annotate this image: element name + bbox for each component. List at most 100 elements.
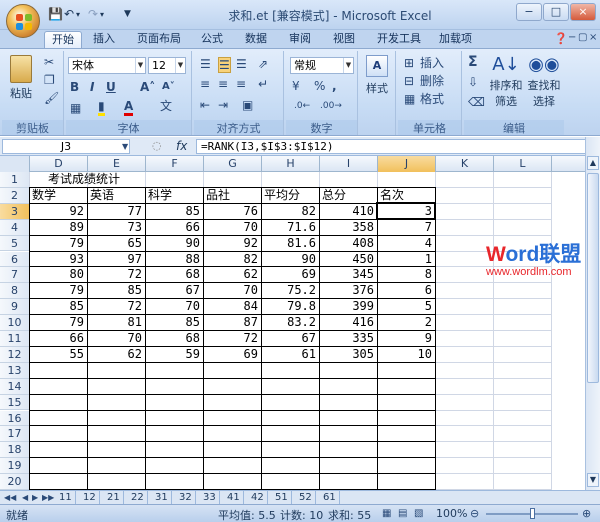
- data-cell[interactable]: 85: [146, 315, 200, 330]
- data-cell[interactable]: 72: [88, 267, 142, 282]
- tab-review[interactable]: 审阅: [282, 31, 318, 48]
- data-cell[interactable]: 66: [146, 220, 200, 235]
- merge-center-icon[interactable]: ▣: [242, 98, 253, 112]
- font-color-icon[interactable]: A: [124, 99, 134, 116]
- save-icon[interactable]: 💾: [48, 7, 63, 23]
- data-cell[interactable]: 72: [88, 299, 142, 314]
- header-cell[interactable]: 名次: [380, 188, 404, 203]
- italic-icon[interactable]: I: [90, 80, 94, 94]
- data-cell[interactable]: 9: [378, 331, 432, 346]
- data-cell[interactable]: 65: [88, 236, 142, 251]
- column-header-e[interactable]: E: [88, 156, 146, 172]
- row-header-14[interactable]: 14: [0, 378, 30, 395]
- data-cell[interactable]: 70: [204, 220, 258, 235]
- tab-data[interactable]: 数据: [238, 31, 274, 48]
- sheet-tab-41[interactable]: 41: [224, 491, 244, 504]
- header-cell[interactable]: 英语: [90, 188, 114, 203]
- data-cell[interactable]: 82: [262, 204, 316, 219]
- data-cell[interactable]: 305: [320, 347, 374, 362]
- sheet-tab-31[interactable]: 31: [152, 491, 172, 504]
- column-header-d[interactable]: D: [30, 156, 88, 172]
- align-middle-icon[interactable]: ☰: [218, 57, 231, 73]
- data-cell[interactable]: 399: [320, 299, 374, 314]
- tab-view[interactable]: 视图: [326, 31, 362, 48]
- data-cell[interactable]: 6: [378, 283, 432, 298]
- grow-font-icon[interactable]: A˄: [140, 80, 155, 94]
- next-sheet-icon[interactable]: ▶: [32, 491, 38, 505]
- scroll-up-icon[interactable]: ▲: [587, 156, 599, 170]
- column-header-k[interactable]: K: [436, 156, 494, 172]
- name-box[interactable]: J3: [2, 139, 130, 154]
- data-cell[interactable]: 69: [262, 267, 316, 282]
- row-header-17[interactable]: 17: [0, 426, 30, 443]
- align-right-icon[interactable]: ≡: [236, 77, 246, 91]
- zoom-in-icon[interactable]: ⊕: [582, 507, 591, 521]
- data-cell[interactable]: 76: [204, 204, 258, 219]
- decrease-indent-icon[interactable]: ⇤: [200, 98, 210, 112]
- row-header-15[interactable]: 15: [0, 394, 30, 411]
- bold-icon[interactable]: B: [70, 80, 79, 94]
- row-header-3[interactable]: 3: [0, 203, 30, 220]
- data-cell[interactable]: 83.2: [262, 315, 316, 330]
- row-header-16[interactable]: 16: [0, 410, 30, 427]
- column-header-g[interactable]: G: [204, 156, 262, 172]
- zoom-slider[interactable]: [486, 508, 578, 519]
- tab-insert[interactable]: 插入: [86, 31, 122, 48]
- data-cell[interactable]: 75.2: [262, 283, 316, 298]
- active-cell-j3[interactable]: [376, 201, 436, 220]
- fill-color-icon[interactable]: ▮: [98, 99, 105, 116]
- sheet-tab-33[interactable]: 33: [200, 491, 220, 504]
- data-cell[interactable]: 70: [204, 283, 258, 298]
- ribbon-minimize-icon[interactable]: −: [568, 31, 576, 45]
- namebox-dropdown-icon[interactable]: ▼: [122, 140, 128, 154]
- ribbon-close-icon[interactable]: ×: [589, 31, 597, 45]
- row-header-8[interactable]: 8: [0, 283, 30, 300]
- data-cell[interactable]: 66: [30, 331, 84, 346]
- column-header-i[interactable]: I: [320, 156, 378, 172]
- data-cell[interactable]: 71.6: [262, 220, 316, 235]
- ribbon-restore-icon[interactable]: ▢: [578, 31, 587, 45]
- maximize-button[interactable]: □: [543, 3, 569, 21]
- data-cell[interactable]: 67: [146, 283, 200, 298]
- data-cell[interactable]: 82: [204, 252, 258, 267]
- data-cell[interactable]: 62: [88, 347, 142, 362]
- sheet-tab-51[interactable]: 51: [272, 491, 292, 504]
- data-cell[interactable]: 92: [30, 204, 84, 219]
- redo-dropdown-icon[interactable]: ▾: [100, 10, 104, 26]
- redo-icon[interactable]: ↷: [88, 7, 98, 23]
- data-cell[interactable]: 61: [262, 347, 316, 362]
- autosum-icon[interactable]: Σ: [468, 55, 478, 69]
- shrink-font-icon[interactable]: A˅: [162, 80, 175, 94]
- sheet-tab-61[interactable]: 61: [320, 491, 340, 504]
- row-header-5[interactable]: 5: [0, 235, 30, 252]
- data-cell[interactable]: 62: [204, 267, 258, 282]
- align-top-icon[interactable]: ☰: [200, 57, 211, 71]
- data-cell[interactable]: 358: [320, 220, 374, 235]
- office-button[interactable]: [6, 4, 40, 38]
- data-cell[interactable]: 90: [262, 252, 316, 267]
- page-break-view-icon[interactable]: ▧: [414, 507, 423, 521]
- data-cell[interactable]: 70: [88, 331, 142, 346]
- copy-icon[interactable]: ❐: [44, 73, 55, 87]
- row-header-4[interactable]: 4: [0, 219, 30, 236]
- sheet-tab-21[interactable]: 21: [104, 491, 124, 504]
- close-button[interactable]: ×: [570, 3, 596, 21]
- data-cell[interactable]: 10: [378, 347, 432, 362]
- data-cell[interactable]: 89: [30, 220, 84, 235]
- data-cell[interactable]: 410: [320, 204, 374, 219]
- row-header-2[interactable]: 2: [0, 187, 30, 204]
- data-cell[interactable]: 81.6: [262, 236, 316, 251]
- increase-indent-icon[interactable]: ⇥: [218, 98, 228, 112]
- formula-input[interactable]: =RANK(I3,$I$3:$I$12): [196, 139, 586, 154]
- cut-icon[interactable]: ✂: [44, 55, 54, 69]
- undo-icon[interactable]: ↶: [64, 7, 74, 23]
- row-header-6[interactable]: 6: [0, 251, 30, 268]
- row-header-10[interactable]: 10: [0, 315, 30, 331]
- customize-qat-icon[interactable]: ▼: [124, 9, 131, 25]
- data-cell[interactable]: 77: [88, 204, 142, 219]
- tab-home[interactable]: 开始: [44, 31, 82, 48]
- decrease-decimal-icon[interactable]: .00→: [320, 99, 342, 113]
- data-cell[interactable]: 59: [146, 347, 200, 362]
- data-cell[interactable]: 70: [146, 299, 200, 314]
- data-cell[interactable]: 85: [30, 299, 84, 314]
